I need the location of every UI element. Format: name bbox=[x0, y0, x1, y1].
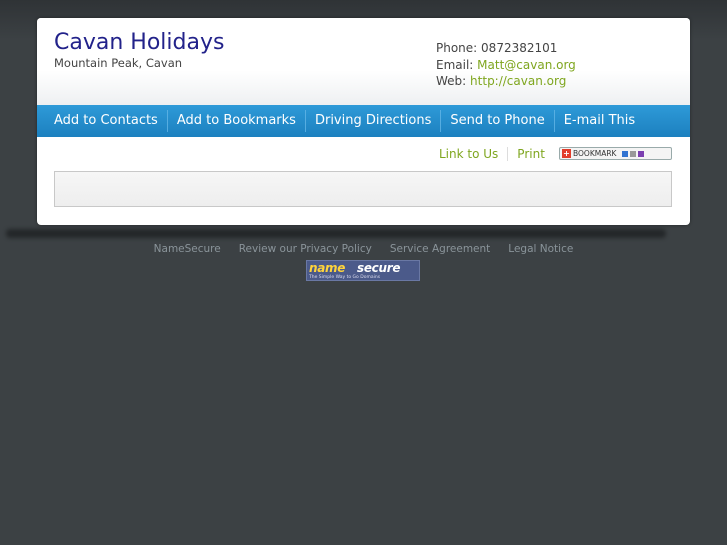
web-link[interactable]: http://cavan.org bbox=[470, 74, 566, 88]
card-header: Cavan Holidays Mountain Peak, Cavan Phon… bbox=[37, 18, 690, 105]
logo-name-text: name bbox=[309, 261, 346, 275]
email-link[interactable]: Matt@cavan.org bbox=[477, 58, 576, 72]
logo-tagline: The Simple Way to Go Domains bbox=[309, 275, 381, 280]
send-to-phone-button[interactable]: Send to Phone bbox=[441, 110, 553, 132]
namesecure-logo[interactable]: name secure The Simple Way to Go Domains bbox=[306, 260, 420, 281]
delicious-icon bbox=[622, 150, 629, 157]
content-box bbox=[54, 171, 672, 207]
social-icons bbox=[622, 150, 645, 157]
footer-link-privacy[interactable]: Review our Privacy Policy bbox=[230, 243, 381, 255]
footer-link-legal-notice[interactable]: Legal Notice bbox=[499, 243, 582, 255]
bookmark-button[interactable]: + BOOKMARK bbox=[559, 147, 672, 160]
email-row: Email: Matt@cavan.org bbox=[436, 57, 576, 74]
nav-divider bbox=[304, 110, 306, 132]
footer-link-namesecure[interactable]: NameSecure bbox=[145, 243, 230, 255]
business-name: Cavan Holidays bbox=[54, 30, 225, 55]
add-to-bookmarks-button[interactable]: Add to Bookmarks bbox=[168, 110, 305, 132]
web-label: Web: bbox=[436, 74, 467, 88]
card-shadow bbox=[6, 229, 666, 238]
add-to-contacts-button[interactable]: Add to Contacts bbox=[45, 110, 167, 132]
email-this-button[interactable]: E-mail This bbox=[555, 110, 644, 132]
phone-value: 0872382101 bbox=[481, 41, 558, 55]
nav-divider bbox=[553, 110, 555, 132]
bookmark-label: BOOKMARK bbox=[573, 149, 617, 158]
utility-links: Link to Us Print bbox=[430, 145, 554, 163]
business-location: Mountain Peak, Cavan bbox=[54, 56, 183, 70]
print-link[interactable]: Print bbox=[508, 147, 554, 161]
link-to-us-link[interactable]: Link to Us bbox=[430, 147, 507, 161]
phone-label: Phone: bbox=[436, 41, 478, 55]
web-row: Web: http://cavan.org bbox=[436, 73, 576, 90]
nav-divider bbox=[440, 110, 442, 132]
contact-info: Phone: 0872382101 Email: Matt@cavan.org … bbox=[436, 40, 576, 90]
email-label: Email: bbox=[436, 57, 474, 72]
footer-links: NameSecure Review our Privacy Policy Ser… bbox=[0, 243, 727, 255]
logo-secure-text: secure bbox=[357, 261, 401, 275]
footer-link-service-agreement[interactable]: Service Agreement bbox=[381, 243, 499, 255]
driving-directions-button[interactable]: Driving Directions bbox=[306, 110, 440, 132]
digg-icon bbox=[630, 150, 637, 157]
phone-row: Phone: 0872382101 bbox=[436, 40, 576, 57]
nav-divider bbox=[166, 110, 168, 132]
business-card: Cavan Holidays Mountain Peak, Cavan Phon… bbox=[37, 18, 690, 225]
yahoo-icon bbox=[638, 150, 645, 157]
plus-icon: + bbox=[562, 149, 571, 158]
action-nav: Add to Contacts Add to Bookmarks Driving… bbox=[37, 105, 690, 137]
